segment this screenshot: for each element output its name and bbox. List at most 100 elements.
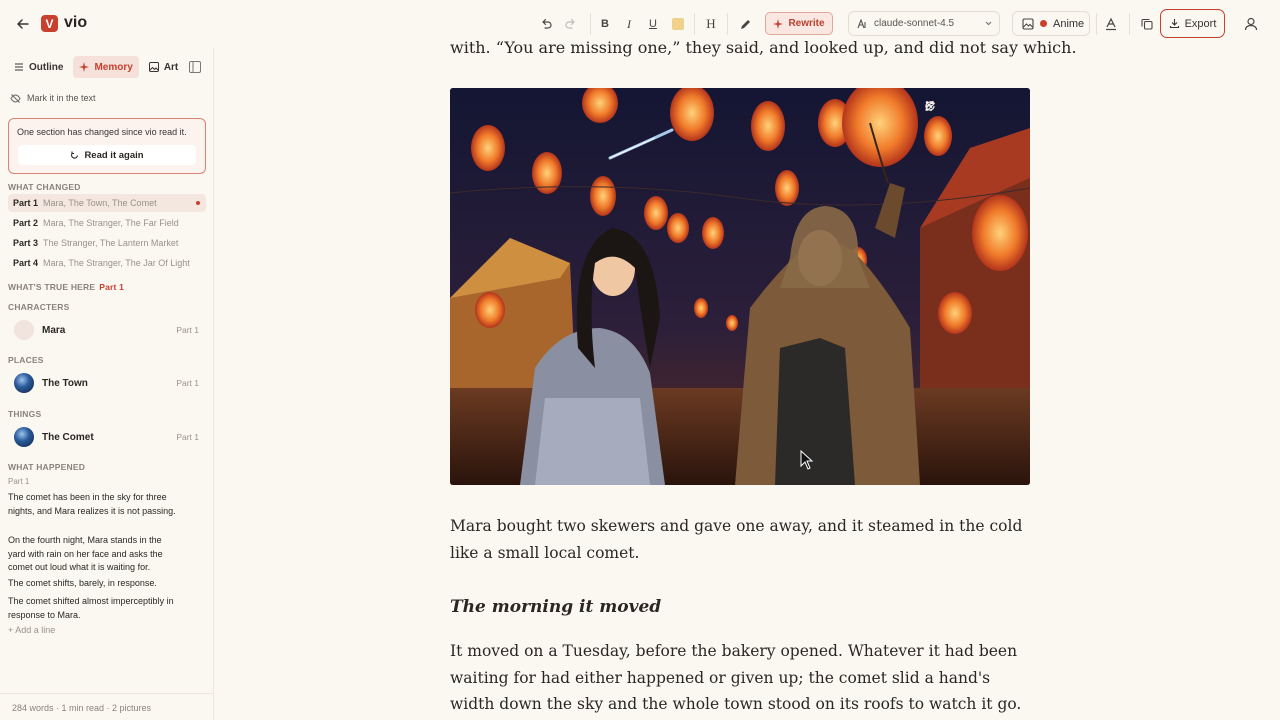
sparkle-icon — [79, 62, 90, 72]
story-paragraph[interactable]: Mara bought two skewers and gave one awa… — [450, 513, 1030, 566]
what-changed-title: WHAT CHANGED — [8, 182, 81, 192]
model-name: claude-sonnet-4.5 — [874, 18, 955, 29]
tab-art[interactable]: Art — [143, 56, 184, 78]
things-title: THINGS — [8, 409, 42, 419]
part-label: Part 2 — [13, 218, 39, 228]
image-toolbar — [924, 100, 1018, 116]
refresh-icon — [71, 151, 79, 159]
redo-icon[interactable] — [561, 14, 581, 34]
avatar — [14, 320, 34, 340]
undo-icon[interactable] — [536, 14, 556, 34]
bold-button[interactable]: B — [595, 14, 615, 34]
toolbar-divider — [727, 13, 728, 35]
image-icon — [148, 62, 159, 72]
places-title: PLACES — [8, 355, 44, 365]
entity-name: The Town — [42, 377, 88, 389]
app-brand: vio — [64, 14, 88, 31]
what-happened-title: WHAT HAPPENED — [8, 462, 86, 472]
mark-label: Mark it in the text — [27, 93, 96, 103]
pen-icon[interactable] — [735, 14, 755, 34]
stale-notice: One section has changed since vio read i… — [8, 118, 206, 174]
part-desc: The Stranger, The Lantern Market — [43, 238, 179, 248]
rewrite-label: Rewrite — [788, 18, 825, 29]
highlight-color-button[interactable] — [668, 14, 688, 34]
part-label: Part 1 — [13, 198, 39, 208]
section-heading[interactable]: The morning it moved — [450, 597, 661, 617]
tab-outline-label: Outline — [29, 61, 64, 73]
read-again-button[interactable]: Read it again — [18, 145, 196, 165]
story-paragraph[interactable]: It moved on a Tuesday, before the bakery… — [450, 638, 1030, 718]
character-mara[interactable]: Mara Part 1 — [8, 317, 206, 343]
app-logo: V — [41, 15, 58, 32]
part-desc: Mara, The Stranger, The Jar Of Light — [43, 258, 190, 268]
export-button[interactable]: Export — [1160, 9, 1225, 38]
changed-dot — [196, 201, 200, 205]
story-paragraph[interactable]: with. “You are missing one,” they said, … — [450, 38, 1077, 57]
changed-part-3[interactable]: Part 3 The Stranger, The Lantern Market — [8, 234, 206, 252]
entity-part: Part 1 — [176, 325, 199, 335]
chevron-down-icon — [985, 21, 992, 26]
happened-line[interactable]: The comet shifts, barely, in response. — [8, 577, 178, 591]
toolbar-divider — [590, 13, 591, 35]
characters-title: CHARACTERS — [8, 302, 70, 312]
place-the-town[interactable]: The Town Part 1 — [8, 370, 206, 396]
whats-true-label: WHAT'S TRUE HERE — [8, 282, 96, 292]
sidebar-tabs: Outline Memory Art — [8, 56, 184, 78]
toolbar-divider — [1129, 13, 1130, 35]
part-label: Part 3 — [13, 238, 39, 248]
doc-stats: 284 words · 1 min read · 2 pictures — [0, 693, 213, 720]
changed-part-4[interactable]: Part 4 Mara, The Stranger, The Jar Of Li… — [8, 254, 206, 272]
tab-art-label: Art — [163, 61, 179, 73]
part-desc: Mara, The Town, The Comet — [43, 198, 157, 208]
back-arrow-icon[interactable] — [14, 15, 32, 33]
close-icon[interactable] — [925, 100, 1018, 116]
avatar — [14, 427, 34, 447]
whats-true-part: Part 1 — [99, 282, 125, 292]
whats-true-title: WHAT'S TRUE HERE Part 1 — [8, 282, 124, 292]
eye-off-icon — [10, 93, 21, 103]
entity-name: Mara — [42, 324, 66, 336]
toolbar-divider — [694, 13, 695, 35]
model-selector[interactable]: claude-sonnet-4.5 — [848, 11, 1000, 36]
happened-line[interactable]: The comet has been in the sky for three … — [8, 491, 178, 518]
story-illustration[interactable] — [450, 88, 1030, 485]
tab-memory-label: Memory — [94, 61, 133, 73]
thing-the-comet[interactable]: The Comet Part 1 — [8, 424, 206, 450]
export-label: Export — [1184, 17, 1217, 30]
notice-text: One section has changed since vio read i… — [17, 127, 187, 137]
list-icon — [15, 63, 23, 71]
image-icon — [1022, 17, 1034, 30]
what-happened-part: Part 1 — [8, 477, 30, 486]
part-desc: Mara, The Stranger, The Far Field — [43, 218, 179, 228]
edit-icon[interactable] — [925, 100, 992, 116]
sparkle-icon — [773, 18, 784, 29]
happened-line[interactable]: On the fourth night, Mara stands in the … — [8, 534, 178, 575]
mark-in-text-toggle[interactable]: Mark it in the text — [10, 90, 204, 106]
entity-name: The Comet — [42, 431, 94, 443]
changed-part-1[interactable]: Part 1 Mara, The Town, The Comet — [8, 194, 206, 212]
copy-icon[interactable] — [1137, 14, 1157, 34]
heading-button[interactable]: H — [701, 14, 721, 34]
lantern-market-illustration — [450, 88, 1030, 485]
underline-button[interactable]: U — [643, 14, 663, 34]
add-line-button[interactable]: + Add a line — [8, 625, 55, 635]
avatar — [14, 373, 34, 393]
text-color-icon[interactable] — [1101, 14, 1121, 34]
toolbar-divider — [1096, 13, 1097, 35]
memory-sidebar: Outline Memory Art Mark it in the text O… — [0, 48, 214, 720]
entity-part: Part 1 — [176, 432, 199, 442]
style-label: Anime — [1053, 17, 1085, 30]
highlight-swatch-icon — [672, 18, 684, 30]
mouse-cursor-icon — [800, 450, 814, 470]
regenerate-icon[interactable] — [925, 100, 966, 116]
user-icon[interactable] — [1242, 15, 1260, 33]
happened-line[interactable]: The comet shifted almost imperceptibly i… — [8, 595, 178, 622]
collapse-sidebar-icon[interactable] — [188, 60, 202, 74]
tab-memory[interactable]: Memory — [73, 56, 139, 78]
art-style-selector[interactable]: Anime — [1012, 11, 1090, 36]
tab-outline[interactable]: Outline — [8, 56, 69, 78]
part-label: Part 4 — [13, 258, 39, 268]
changed-part-2[interactable]: Part 2 Mara, The Stranger, The Far Field — [8, 214, 206, 232]
italic-button[interactable]: I — [619, 14, 639, 34]
rewrite-button[interactable]: Rewrite — [765, 12, 833, 35]
